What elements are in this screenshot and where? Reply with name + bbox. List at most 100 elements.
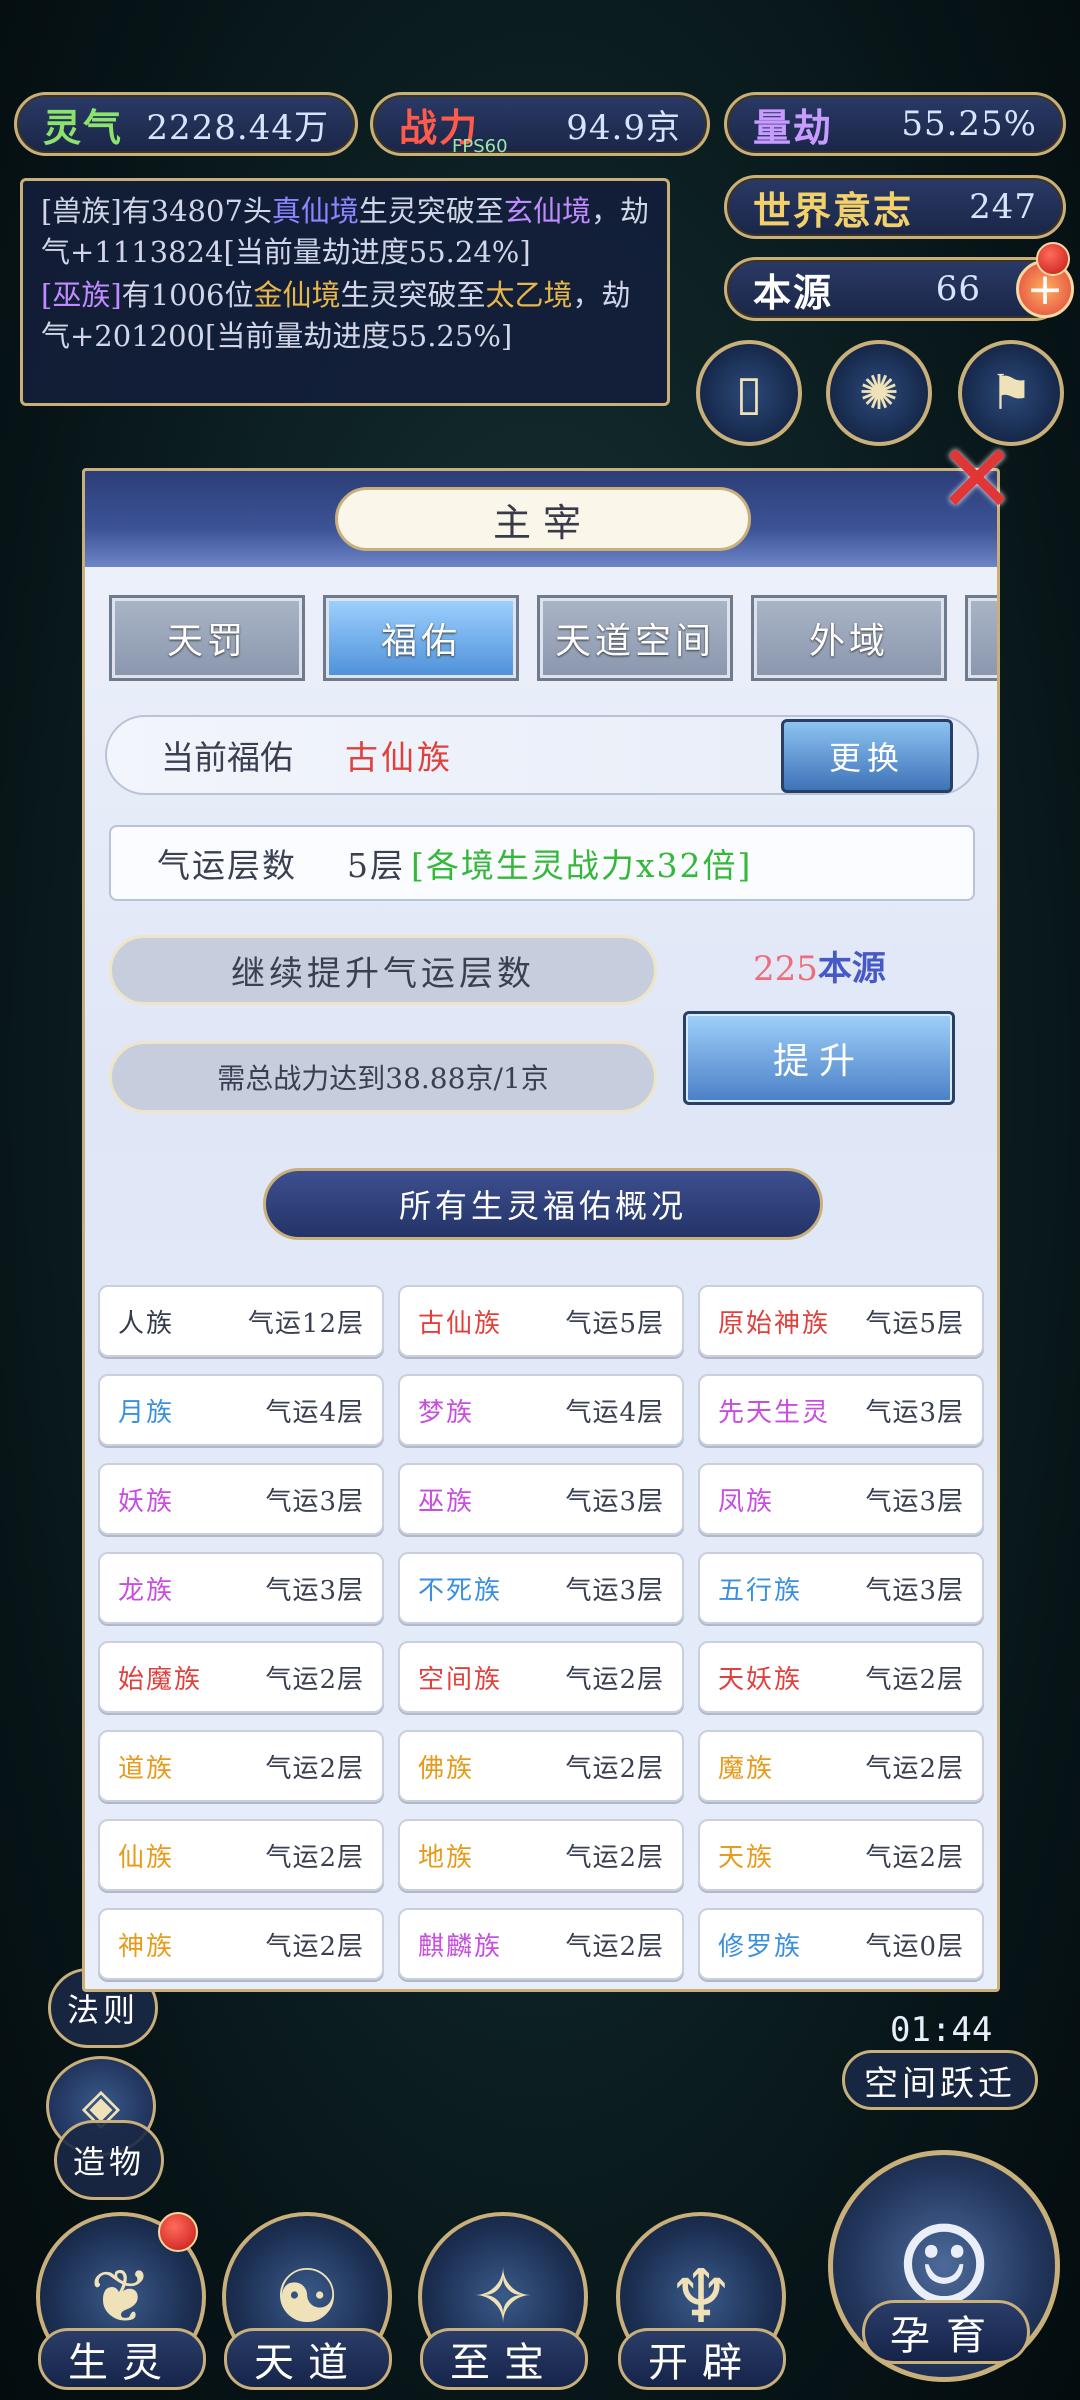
tab-tianfa[interactable]: 天罚 — [109, 595, 305, 681]
race-luck-level: 气运3层 — [865, 1575, 964, 1606]
race-cell[interactable]: 天族 气运2层 — [698, 1819, 984, 1891]
race-luck-level: 气运3层 — [865, 1486, 964, 1517]
cost-unit: 本源 — [817, 949, 886, 989]
race-name: 梦族 — [418, 1397, 475, 1428]
race-name: 妖族 — [118, 1486, 175, 1517]
race-luck-level: 气运2层 — [265, 1664, 364, 1695]
log-text: 有1006位 — [121, 278, 254, 312]
race-cell[interactable]: 天妖族 气运2层 — [698, 1641, 984, 1713]
race-cell[interactable]: 龙族 气运3层 — [98, 1552, 384, 1624]
race-cell[interactable]: 神族 气运2层 — [98, 1908, 384, 1980]
race-luck-level: 气运2层 — [565, 1753, 664, 1784]
race-luck-level: 气运12层 — [247, 1308, 364, 1339]
race-cell[interactable]: 月族 气运4层 — [98, 1374, 384, 1446]
side-button-zao-wu[interactable]: 造物 — [54, 2120, 164, 2200]
race-name: 地族 — [418, 1842, 475, 1873]
race-name: 凤族 — [718, 1486, 775, 1517]
nav-zhibao[interactable]: 至宝 — [420, 2328, 588, 2390]
race-cell[interactable]: 人族 气运12层 — [98, 1285, 384, 1357]
message-log: [兽族]有34807头真仙境生灵突破至玄仙境，劫气+1113824[当前量劫进度… — [20, 178, 670, 406]
log-tag: [巫族] — [41, 278, 122, 312]
nav-tiandao[interactable]: 天道 — [224, 2328, 392, 2390]
tab-fuyou[interactable]: 福佑 — [323, 595, 519, 681]
race-name: 先天生灵 — [718, 1397, 831, 1428]
race-cell[interactable]: 原始神族 气运5层 — [698, 1285, 984, 1357]
stat-lingqi-value: 2228.44万 — [146, 107, 329, 148]
race-luck-level: 气运3层 — [565, 1486, 664, 1517]
race-name: 修罗族 — [718, 1931, 803, 1962]
stat-shijie-value: 247 — [969, 187, 1037, 227]
close-icon[interactable]: ✕ — [928, 423, 1026, 535]
stat-liangjie: 量劫 55.25% — [724, 92, 1066, 156]
nav-kaipi[interactable]: 开辟 — [618, 2328, 786, 2390]
fps-counter: FPS60 — [452, 136, 508, 157]
race-cell[interactable]: 空间族 气运2层 — [398, 1641, 684, 1713]
luck-level-row: 气运层数 5层 [各境生灵战力x32倍] — [109, 825, 975, 901]
tab-waiyu[interactable]: 外域 — [751, 595, 947, 681]
race-cell[interactable]: 佛族 气运2层 — [398, 1730, 684, 1802]
stat-liangjie-label: 量劫 — [753, 104, 834, 150]
race-luck-level: 气运2层 — [265, 1931, 364, 1962]
vortex-icon[interactable]: ✺ — [826, 340, 932, 446]
swap-button[interactable]: 更换 — [781, 719, 953, 793]
race-luck-level: 气运2层 — [565, 1664, 664, 1695]
race-cell[interactable]: 梦族 气运4层 — [398, 1374, 684, 1446]
race-luck-level: 气运2层 — [265, 1842, 364, 1873]
race-name: 魔族 — [718, 1753, 775, 1784]
stat-zhanli-value: 94.9京 — [566, 107, 681, 148]
race-name: 古仙族 — [418, 1308, 503, 1339]
race-cell[interactable]: 仙族 气运2层 — [98, 1819, 384, 1891]
race-luck-level: 气运3层 — [865, 1397, 964, 1428]
race-name: 巫族 — [418, 1486, 475, 1517]
race-cell[interactable]: 地族 气运2层 — [398, 1819, 684, 1891]
tab-more[interactable] — [965, 595, 997, 681]
log-text: 生灵突破至 — [358, 194, 504, 228]
race-cell[interactable]: 古仙族 气运5层 — [398, 1285, 684, 1357]
race-cell[interactable]: 道族 气运2层 — [98, 1730, 384, 1802]
race-cell[interactable]: 不死族 气运3层 — [398, 1552, 684, 1624]
log-realm: 金仙境 — [253, 278, 341, 312]
notification-dot — [1036, 242, 1070, 276]
race-name: 始魔族 — [118, 1664, 203, 1695]
upgrade-cost: 225本源 — [753, 941, 886, 990]
race-luck-level: 气运2层 — [865, 1753, 964, 1784]
race-cell[interactable]: 麒麟族 气运2层 — [398, 1908, 684, 1980]
upgrade-button[interactable]: 提升 — [683, 1011, 955, 1105]
log-realm: 太乙境 — [485, 278, 573, 312]
race-cell[interactable]: 妖族 气运3层 — [98, 1463, 384, 1535]
race-luck-level: 气运2层 — [265, 1753, 364, 1784]
race-cell[interactable]: 修罗族 气运0层 — [698, 1908, 984, 1980]
race-cell[interactable]: 魔族 气运2层 — [698, 1730, 984, 1802]
race-cell[interactable]: 先天生灵 气运3层 — [698, 1374, 984, 1446]
dominator-panel: 主宰 天罚 福佑 天道空间 外域 当前福佑 古仙族 更换 气运层数 5层 [各境… — [82, 468, 1000, 1992]
luck-level-value: 5层 — [347, 846, 405, 885]
nav-yunyu[interactable]: 孕育 — [862, 2300, 1030, 2364]
countdown-timer: 01:44 — [890, 2010, 993, 2050]
section-title: 所有生灵福佑概况 — [263, 1168, 823, 1240]
race-cell[interactable]: 巫族 气运3层 — [398, 1463, 684, 1535]
race-luck-level: 气运3层 — [565, 1575, 664, 1606]
race-luck-level: 气运2层 — [865, 1664, 964, 1695]
log-message: [兽族]有34807头真仙境生灵突破至玄仙境，劫气+1113824[当前量劫进度… — [41, 191, 649, 273]
race-name: 天族 — [718, 1842, 775, 1873]
race-name: 天妖族 — [718, 1664, 803, 1695]
nav-shengling[interactable]: 生灵 — [38, 2328, 206, 2390]
race-luck-level: 气运2层 — [565, 1931, 664, 1962]
stat-benyuan-label: 本源 — [753, 269, 834, 315]
race-luck-level: 气运3层 — [265, 1575, 364, 1606]
race-luck-level: 气运2层 — [865, 1842, 964, 1873]
race-cell[interactable]: 始魔族 气运2层 — [98, 1641, 384, 1713]
race-luck-level: 气运2层 — [565, 1842, 664, 1873]
tab-tiandao-space[interactable]: 天道空间 — [537, 595, 733, 681]
race-luck-level: 气运5层 — [865, 1308, 964, 1339]
log-text: 生灵突破至 — [340, 278, 486, 312]
book-icon[interactable]: ▯ — [696, 340, 802, 446]
stat-benyuan[interactable]: 本源 66 — [724, 257, 1066, 321]
race-cell[interactable]: 五行族 气运3层 — [698, 1552, 984, 1624]
race-cell[interactable]: 凤族 气运3层 — [698, 1463, 984, 1535]
space-jump-button[interactable]: 空间跃迁 — [842, 2050, 1038, 2110]
cost-amount: 225 — [753, 949, 818, 989]
luck-level-label: 气运层数 — [157, 846, 297, 885]
race-name: 道族 — [118, 1753, 175, 1784]
race-name: 神族 — [118, 1931, 175, 1962]
